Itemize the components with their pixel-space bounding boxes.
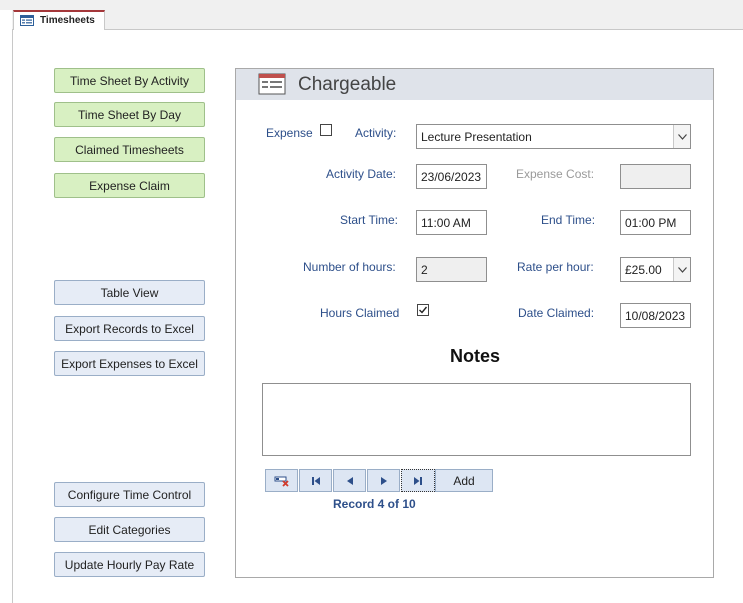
activity-date-field[interactable]: 23/06/2023	[416, 164, 487, 189]
checkmark-icon	[419, 306, 428, 314]
claimed-timesheets-button[interactable]: Claimed Timesheets	[54, 137, 205, 162]
last-record-icon	[414, 476, 422, 485]
configure-time-control-button[interactable]: Configure Time Control	[54, 482, 205, 507]
record-counter: Record 4 of 10	[333, 497, 416, 511]
chevron-down-icon	[677, 133, 687, 140]
rate-per-hour-combo[interactable]: £25.00	[620, 257, 691, 282]
previous-record-button[interactable]	[333, 469, 366, 492]
end-time-label: End Time:	[541, 213, 596, 227]
delete-record-icon	[274, 476, 289, 487]
chevron-down-icon	[677, 266, 687, 273]
tab-title: Timesheets	[40, 15, 95, 26]
top-strip	[0, 0, 743, 10]
activity-label: Activity:	[355, 126, 397, 140]
document-tab-bar: Timesheets	[12, 10, 743, 30]
expense-cost-label: Expense Cost:	[516, 167, 595, 181]
end-time-field[interactable]: 01:00 PM	[620, 210, 691, 235]
time-sheet-by-activity-button[interactable]: Time Sheet By Activity	[54, 68, 205, 93]
start-time-field[interactable]: 11:00 AM	[416, 210, 487, 235]
time-sheet-by-day-button[interactable]: Time Sheet By Day	[54, 102, 205, 127]
table-view-button[interactable]: Table View	[54, 280, 205, 305]
form-title: Chargeable	[298, 74, 397, 95]
activity-dropdown-button[interactable]	[673, 125, 690, 148]
edit-categories-button[interactable]: Edit Categories	[54, 517, 205, 542]
last-record-button[interactable]	[401, 469, 435, 492]
window-left-border	[12, 30, 13, 603]
first-record-icon	[311, 476, 320, 485]
delete-record-button[interactable]	[265, 469, 298, 492]
notes-textarea[interactable]	[262, 383, 691, 456]
rate-per-hour-label: Rate per hour:	[517, 260, 594, 274]
activity-combo[interactable]: Lecture Presentation	[416, 124, 691, 149]
activity-date-label: Activity Date:	[326, 167, 397, 181]
next-record-button[interactable]	[367, 469, 400, 492]
first-record-button[interactable]	[299, 469, 332, 492]
form-icon	[258, 73, 286, 95]
add-record-button[interactable]: Add	[435, 469, 493, 492]
expense-checkbox[interactable]	[320, 124, 332, 136]
date-claimed-label: Date Claimed:	[518, 306, 595, 320]
update-hourly-pay-rate-button[interactable]: Update Hourly Pay Rate	[54, 552, 205, 577]
export-expenses-button[interactable]: Export Expenses to Excel	[54, 351, 205, 376]
number-of-hours-field[interactable]: 2	[416, 257, 487, 282]
activity-value: Lecture Presentation	[421, 130, 532, 144]
tab-timesheets[interactable]: Timesheets	[13, 10, 105, 30]
form-header: Chargeable	[236, 69, 713, 100]
rate-dropdown-button[interactable]	[673, 258, 690, 281]
hours-claimed-checkbox[interactable]	[417, 304, 429, 316]
number-of-hours-label: Number of hours:	[303, 260, 396, 274]
start-time-label: Start Time:	[340, 213, 399, 227]
previous-record-icon	[346, 476, 353, 485]
date-claimed-field[interactable]: 10/08/2023	[620, 303, 691, 328]
expense-label: Expense	[266, 126, 313, 140]
form-icon	[20, 15, 34, 26]
expense-claim-button[interactable]: Expense Claim	[54, 173, 205, 198]
hours-claimed-label: Hours Claimed	[320, 306, 400, 320]
rate-per-hour-value: £25.00	[625, 263, 662, 277]
export-records-button[interactable]: Export Records to Excel	[54, 316, 205, 341]
next-record-icon	[380, 476, 387, 485]
notes-title: Notes	[450, 346, 501, 366]
expense-cost-field[interactable]	[620, 164, 691, 189]
